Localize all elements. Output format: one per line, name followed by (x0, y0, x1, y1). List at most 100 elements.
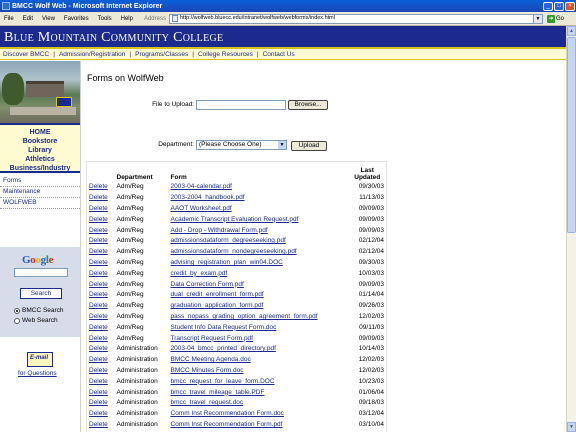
scroll-up-icon[interactable]: ▲ (567, 26, 576, 36)
maximize-icon[interactable]: □ (554, 1, 564, 11)
department-label: Department: (158, 141, 194, 148)
menu-edit[interactable]: Edit (23, 16, 33, 22)
go-button[interactable]: ➜ Go (546, 14, 564, 23)
delete-link[interactable]: Delete (89, 259, 108, 266)
address-dropdown-icon[interactable]: ▼ (533, 13, 543, 24)
delete-link[interactable]: Delete (89, 302, 108, 309)
form-file-link[interactable]: Data Correction Form.pdf (171, 281, 244, 288)
department-cell: Administration (116, 410, 158, 418)
scrollbar-thumb[interactable] (567, 37, 576, 233)
site-banner: Blue Mountain Community College (0, 26, 566, 49)
sidebar-item-business-industry[interactable]: Business/Industry (0, 164, 80, 173)
nav-admission-registration[interactable]: Admission/Registration (59, 51, 125, 58)
delete-link[interactable]: Delete (89, 389, 108, 396)
radio-web-search[interactable]: Web Search (14, 317, 58, 324)
browse-button[interactable]: Browse... (288, 100, 328, 110)
delete-link[interactable]: Delete (89, 410, 108, 417)
delete-link[interactable]: Delete (89, 324, 108, 331)
menu-favorites[interactable]: Favorites (64, 16, 89, 22)
menu-view[interactable]: View (42, 16, 55, 22)
form-file-link[interactable]: Comm Inst Recommendation Form.pdf (171, 421, 283, 428)
delete-link[interactable]: Delete (89, 399, 108, 406)
form-file-link[interactable]: bmcc_request_for_leave_form.DOC (171, 378, 275, 385)
form-file-link[interactable]: Transcript Request Form.pdf (171, 335, 253, 342)
delete-link[interactable]: Delete (89, 291, 108, 298)
last-updated-cell: 12/02/03 (358, 312, 384, 320)
sidebar-link-wolfweb[interactable]: WOLFWEB (0, 198, 80, 209)
sidebar-link-forms[interactable]: Forms (0, 176, 80, 187)
delete-link[interactable]: Delete (89, 270, 108, 277)
form-file-link[interactable]: Academic Transcript Evaluation Request.p… (171, 216, 299, 223)
nav-separator: | (53, 50, 55, 58)
upload-button[interactable]: Upload (291, 141, 327, 151)
sidebar-link-maintenance[interactable]: Maintenance (0, 187, 80, 198)
google-search-input[interactable] (14, 268, 68, 277)
nav-contact-us[interactable]: Contact Us (263, 51, 295, 58)
delete-link[interactable]: Delete (89, 216, 108, 223)
delete-link[interactable]: Delete (89, 205, 108, 212)
nav-discover-bmcc[interactable]: Discover BMCC (3, 51, 49, 58)
table-row: Delete Adm/Reg 2003-04-calendar.pdf 09/30/0… (87, 182, 387, 193)
go-arrow-icon: ➜ (546, 14, 555, 23)
sidebar-item-home[interactable]: HOME (0, 128, 80, 137)
delete-link[interactable]: Delete (89, 194, 108, 201)
last-updated-cell: 09/09/03 (358, 280, 384, 288)
sidebar-item-library[interactable]: Library (0, 146, 80, 155)
sidebar-item-bookstore[interactable]: Bookstore (0, 137, 80, 146)
delete-link[interactable]: Delete (89, 237, 108, 244)
scroll-down-icon[interactable]: ▼ (567, 422, 576, 432)
email-icon[interactable]: E-mail (27, 352, 53, 367)
form-file-link[interactable]: BMCC Meeting Agenda.doc (171, 356, 251, 363)
page-icon (171, 15, 178, 22)
form-file-link[interactable]: dual_credit_enrollment_form.pdf (171, 291, 264, 298)
delete-link[interactable]: Delete (89, 356, 108, 363)
form-file-link[interactable]: AAOT Worksheet.pdf (171, 205, 232, 212)
menu-file[interactable]: File (4, 16, 14, 22)
form-file-link[interactable]: 2003-2004_handbook.pdf (171, 194, 245, 201)
delete-link[interactable]: Delete (89, 281, 108, 288)
google-logo: Google (22, 254, 54, 266)
form-file-link[interactable]: bmcc_travel_request.doc (171, 399, 244, 406)
delete-link[interactable]: Delete (89, 313, 108, 320)
last-updated-cell: 09/30/03 (358, 258, 384, 266)
delete-link[interactable]: Delete (89, 183, 108, 190)
nav-programs-classes[interactable]: Programs/Classes (135, 51, 188, 58)
delete-link[interactable]: Delete (89, 378, 108, 385)
delete-link[interactable]: Delete (89, 335, 108, 342)
address-bar[interactable]: http://wolfweb.bluecc.edu/intranet/wolfw… (168, 13, 534, 24)
delete-link[interactable]: Delete (89, 248, 108, 255)
form-file-link[interactable]: BMCC Minutes Form.doc (171, 367, 244, 374)
vertical-scrollbar[interactable]: ▲ ▼ (566, 26, 576, 432)
chevron-down-icon: ▼ (278, 141, 286, 149)
menu-tools[interactable]: Tools (98, 16, 112, 22)
radio-bmcc-search[interactable]: BMCC Search (14, 307, 64, 314)
menu-help[interactable]: Help (121, 16, 133, 22)
close-icon[interactable]: × (565, 1, 575, 11)
minimize-icon[interactable]: _ (543, 1, 553, 11)
delete-link[interactable]: Delete (89, 421, 108, 428)
sidebar-item-athletics[interactable]: Athletics (0, 155, 80, 164)
last-updated-cell: 09/18/03 (358, 399, 384, 407)
google-search-button[interactable]: Search (20, 288, 62, 299)
delete-link[interactable]: Delete (89, 345, 108, 352)
department-select[interactable]: (Please Choose One) ▼ (196, 140, 287, 150)
form-file-link[interactable]: graduation_application_form.pdf (171, 302, 264, 309)
menu-bar: File Edit View Favorites Tools Help (0, 16, 138, 22)
delete-link[interactable]: Delete (89, 227, 108, 234)
form-file-link[interactable]: pass_nopass_grading_option_agreement_for… (171, 313, 318, 320)
form-file-link[interactable]: Student Info Data Request Form.doc (171, 324, 277, 331)
form-file-link[interactable]: credit_by_exam.pdf (171, 270, 228, 277)
delete-link[interactable]: Delete (89, 367, 108, 374)
form-file-link[interactable]: 2003-04_bmcc_printed_directory.pdf (171, 345, 276, 352)
form-file-link[interactable]: advising_registration_plan_win04.DOC (171, 259, 283, 266)
column-header-form: Form (170, 173, 187, 181)
form-file-link[interactable]: Comm Inst Recommendation Form.doc (171, 410, 284, 417)
file-upload-input[interactable] (196, 100, 286, 110)
form-file-link[interactable]: 2003-04-calendar.pdf (171, 183, 232, 190)
form-file-link[interactable]: Add - Drop - Withdrawal Form.pdf (171, 227, 268, 234)
form-file-link[interactable]: bmcc_travel_mileage_table.PDF (171, 389, 265, 396)
form-file-link[interactable]: admissionsdataform_nondegreeseeking.pdf (171, 248, 297, 255)
questions-link[interactable]: for Questions (18, 370, 57, 377)
form-file-link[interactable]: admissionsdataform_degreeseeking.pdf (171, 237, 286, 244)
nav-college-resources[interactable]: College Resources (198, 51, 253, 58)
